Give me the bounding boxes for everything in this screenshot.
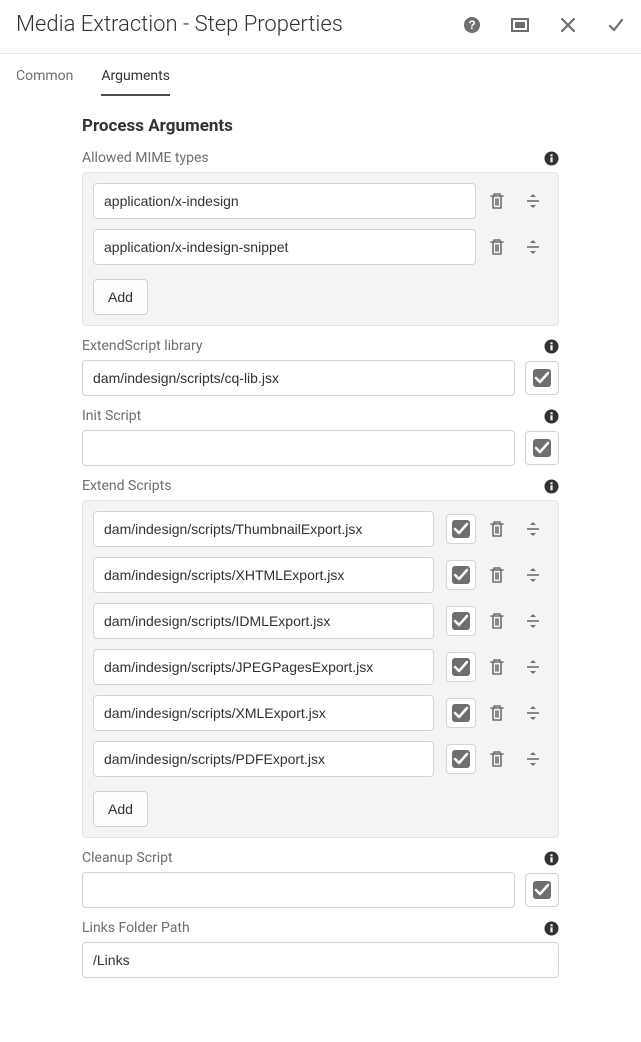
extend-script-check[interactable] [446, 560, 476, 590]
info-icon[interactable] [544, 409, 559, 424]
info-icon[interactable] [544, 921, 559, 936]
extend-script-actions [488, 704, 548, 722]
trash-icon[interactable] [488, 612, 506, 630]
extend-script-row [93, 649, 548, 685]
extend-script-actions [488, 658, 548, 676]
extendscript-lib-label-row: ExtendScript library [82, 338, 559, 354]
reorder-icon[interactable] [524, 658, 542, 676]
tab-common[interactable]: Common [16, 54, 73, 96]
extend-script-row [93, 603, 548, 639]
tabs: Common Arguments [0, 53, 641, 96]
extend-script-input[interactable] [93, 741, 434, 777]
mime-type-row [93, 183, 548, 219]
init-script-input[interactable] [82, 430, 515, 466]
trash-icon[interactable] [488, 750, 506, 768]
trash-icon[interactable] [488, 520, 506, 538]
mime-type-input[interactable] [93, 229, 476, 265]
extend-script-actions [488, 750, 548, 768]
help-icon[interactable] [463, 16, 481, 34]
trash-icon[interactable] [488, 704, 506, 722]
extendscript-lib-row [82, 360, 559, 396]
links-folder-row [82, 942, 559, 978]
maximize-icon[interactable] [511, 16, 529, 34]
trash-icon[interactable] [488, 658, 506, 676]
close-icon[interactable] [559, 16, 577, 34]
cleanup-script-label: Cleanup Script [82, 850, 173, 866]
reorder-icon[interactable] [524, 238, 542, 256]
links-folder-label: Links Folder Path [82, 920, 190, 936]
extend-scripts-label: Extend Scripts [82, 478, 171, 494]
extend-script-input[interactable] [93, 557, 434, 593]
mime-type-row [93, 229, 548, 265]
mime-row-actions [488, 238, 548, 256]
info-icon[interactable] [544, 851, 559, 866]
content: Process Arguments Allowed MIME types Add… [0, 96, 641, 1008]
add-script-button[interactable]: Add [93, 791, 148, 827]
extend-script-row [93, 557, 548, 593]
extend-scripts-panel: Add [82, 500, 559, 838]
extend-script-actions [488, 520, 548, 538]
confirm-icon[interactable] [607, 16, 625, 34]
mime-type-input[interactable] [93, 183, 476, 219]
trash-icon[interactable] [488, 192, 506, 210]
init-script-row [82, 430, 559, 466]
mime-row-actions [488, 192, 548, 210]
reorder-icon[interactable] [524, 750, 542, 768]
header-actions [463, 16, 625, 34]
extend-script-input[interactable] [93, 511, 434, 547]
extend-script-check[interactable] [446, 698, 476, 728]
cleanup-script-check[interactable] [525, 873, 559, 907]
info-icon[interactable] [544, 339, 559, 354]
reorder-icon[interactable] [524, 612, 542, 630]
reorder-icon[interactable] [524, 566, 542, 584]
init-script-label-row: Init Script [82, 408, 559, 424]
extend-script-row [93, 741, 548, 777]
mime-types-panel: Add [82, 172, 559, 326]
extend-script-check[interactable] [446, 606, 476, 636]
section-title: Process Arguments [82, 116, 559, 136]
extend-script-input[interactable] [93, 603, 434, 639]
extend-script-actions [488, 566, 548, 584]
extend-script-row [93, 695, 548, 731]
extendscript-lib-input[interactable] [82, 360, 515, 396]
trash-icon[interactable] [488, 566, 506, 584]
extend-scripts-label-row: Extend Scripts [82, 478, 559, 494]
links-folder-input[interactable] [82, 942, 559, 978]
extendscript-lib-label: ExtendScript library [82, 338, 202, 354]
extendscript-lib-check[interactable] [525, 361, 559, 395]
extend-script-check[interactable] [446, 744, 476, 774]
extend-script-input[interactable] [93, 695, 434, 731]
extend-script-row [93, 511, 548, 547]
cleanup-script-label-row: Cleanup Script [82, 850, 559, 866]
cleanup-script-row [82, 872, 559, 908]
reorder-icon[interactable] [524, 192, 542, 210]
mime-types-label: Allowed MIME types [82, 150, 209, 166]
extend-script-check[interactable] [446, 514, 476, 544]
reorder-icon[interactable] [524, 704, 542, 722]
dialog-header: Media Extraction - Step Properties [0, 0, 641, 53]
dialog-title: Media Extraction - Step Properties [16, 12, 343, 37]
links-folder-label-row: Links Folder Path [82, 920, 559, 936]
extend-script-check[interactable] [446, 652, 476, 682]
info-icon[interactable] [544, 479, 559, 494]
cleanup-script-input[interactable] [82, 872, 515, 908]
info-icon[interactable] [544, 151, 559, 166]
tab-arguments[interactable]: Arguments [101, 54, 170, 96]
extend-script-input[interactable] [93, 649, 434, 685]
mime-types-label-row: Allowed MIME types [82, 150, 559, 166]
reorder-icon[interactable] [524, 520, 542, 538]
add-mime-button[interactable]: Add [93, 279, 148, 315]
extend-script-actions [488, 612, 548, 630]
init-script-check[interactable] [525, 431, 559, 465]
trash-icon[interactable] [488, 238, 506, 256]
init-script-label: Init Script [82, 408, 141, 424]
